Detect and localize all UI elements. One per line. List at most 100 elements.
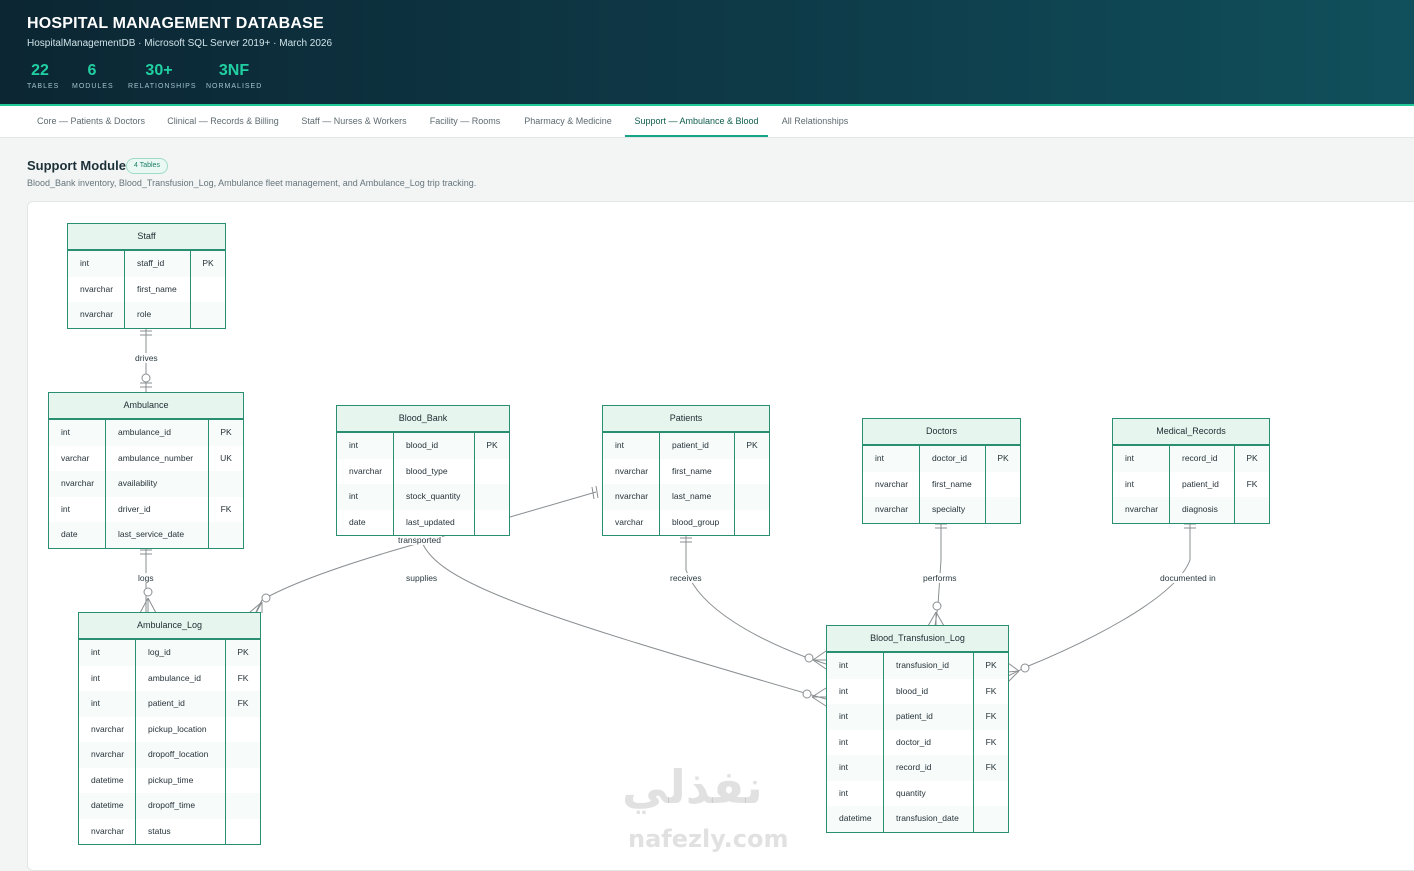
column-key <box>475 484 509 510</box>
column-key <box>209 522 243 548</box>
column-type: int <box>49 496 106 522</box>
column-name: doctor_id <box>884 729 974 755</box>
column-name: patient_id <box>136 691 226 717</box>
column-type: int <box>827 780 884 806</box>
column-name: dropoff_time <box>136 793 226 819</box>
column-name: stock_quantity <box>394 484 475 510</box>
column-row: nvarchar first_name <box>863 471 1020 497</box>
column-key <box>226 742 260 768</box>
rel-logs-zero-mark <box>143 587 153 597</box>
column-key: FK <box>226 691 260 717</box>
column-row: nvarchar role <box>68 302 225 328</box>
column-row: int doctor_id FK <box>827 729 1008 755</box>
column-row: nvarchar specialty <box>863 497 1020 523</box>
column-type: int <box>79 691 136 717</box>
entity-doctors[interactable]: Doctors int doctor_id PK nvarchar first_name n… <box>862 418 1021 524</box>
column-key: PK <box>191 251 225 277</box>
column-type: int <box>68 251 125 277</box>
column-name: quantity <box>884 780 974 806</box>
column-type: int <box>827 704 884 730</box>
column-name: patient_id <box>660 433 735 459</box>
column-name: transfusion_id <box>884 653 974 679</box>
entity-staff[interactable]: Staff int staff_id PK nvarchar first_name nvar… <box>67 223 226 329</box>
entity-medical-records[interactable]: Medical_Records int record_id PK int patient_… <box>1112 418 1270 524</box>
rel-label-documented-in: documented in <box>1159 573 1217 583</box>
entity-title: Doctors <box>863 419 1020 446</box>
column-name: blood_id <box>394 433 475 459</box>
column-type: nvarchar <box>68 302 125 328</box>
column-row: nvarchar status <box>79 818 260 844</box>
watermark-logo: نفذلي <box>622 760 763 814</box>
column-type: int <box>827 653 884 679</box>
column-type: int <box>337 484 394 510</box>
column-type: varchar <box>49 445 106 471</box>
column-name: record_id <box>884 755 974 781</box>
rel-label-receives: receives <box>669 573 703 583</box>
column-type: int <box>79 640 136 666</box>
column-row: int log_id PK <box>79 640 260 666</box>
entity-blood-bank[interactable]: Blood_Bank int blood_id PK nvarchar blood_typ… <box>336 405 510 536</box>
column-row: nvarchar dropoff_location <box>79 742 260 768</box>
column-name: patient_id <box>884 704 974 730</box>
column-row: int quantity <box>827 780 1008 806</box>
column-key: FK <box>974 678 1008 704</box>
rel-documented-zero-mark <box>1020 663 1030 673</box>
column-key <box>735 458 769 484</box>
column-row: varchar blood_group <box>603 509 769 535</box>
watermark-url: nafezly.com <box>628 825 789 853</box>
column-key <box>475 509 509 535</box>
column-name: doctor_id <box>920 446 986 472</box>
rel-logs-crowfoot <box>139 597 157 614</box>
entity-title: Blood_Bank <box>337 406 509 433</box>
column-row: nvarchar blood_type <box>337 458 509 484</box>
column-row: int driver_id FK <box>49 496 243 522</box>
entity-blood-transfusion-log[interactable]: Blood_Transfusion_Log int transfusion_id PK… <box>826 625 1009 833</box>
column-name: staff_id <box>125 251 191 277</box>
rel-performs-zero-mark <box>932 601 942 611</box>
column-type: datetime <box>79 793 136 819</box>
column-type: nvarchar <box>79 716 136 742</box>
column-row: int ambulance_id FK <box>79 665 260 691</box>
column-name: blood_type <box>394 458 475 484</box>
rel-performs-crowfoot <box>927 611 945 627</box>
column-type: int <box>1113 446 1170 472</box>
column-type: nvarchar <box>603 458 660 484</box>
column-type: date <box>49 522 106 548</box>
column-type: nvarchar <box>863 497 920 523</box>
column-type: nvarchar <box>49 471 106 497</box>
column-row: nvarchar first_name <box>68 276 225 302</box>
column-key <box>226 716 260 742</box>
rel-receives-line <box>685 535 827 665</box>
column-row: int patient_id FK <box>1113 471 1269 497</box>
column-type: nvarchar <box>337 458 394 484</box>
rel-label-performs: performs <box>922 573 958 583</box>
column-row: int patient_id FK <box>79 691 260 717</box>
entity-patients[interactable]: Patients int patient_id PK nvarchar first_nam… <box>602 405 770 536</box>
entity-ambulance-log[interactable]: Ambulance_Log int log_id PK int ambulance_id F… <box>78 612 261 845</box>
column-type: int <box>827 755 884 781</box>
column-name: last_name <box>660 484 735 510</box>
column-name: pickup_time <box>136 767 226 793</box>
column-name: dropoff_location <box>136 742 226 768</box>
column-key <box>974 806 1008 832</box>
column-row: datetime pickup_time <box>79 767 260 793</box>
column-key: FK <box>226 665 260 691</box>
entity-title: Medical_Records <box>1113 419 1269 446</box>
rel-label-transported: transported <box>397 535 442 545</box>
entity-ambulance[interactable]: Ambulance int ambulance_id PK varchar ambulan… <box>48 392 244 549</box>
column-type: nvarchar <box>79 818 136 844</box>
column-key <box>226 767 260 793</box>
column-type: date <box>337 509 394 535</box>
column-type: nvarchar <box>863 471 920 497</box>
column-row: int staff_id PK <box>68 251 225 277</box>
column-row: nvarchar last_name <box>603 484 769 510</box>
column-row: int patient_id FK <box>827 704 1008 730</box>
column-key: PK <box>226 640 260 666</box>
rel-documented-line <box>1007 521 1191 677</box>
column-name: blood_id <box>884 678 974 704</box>
column-key: PK <box>475 433 509 459</box>
column-key <box>986 471 1020 497</box>
rel-receives-zero-mark <box>804 653 814 663</box>
column-name: first_name <box>125 276 191 302</box>
column-type: datetime <box>827 806 884 832</box>
